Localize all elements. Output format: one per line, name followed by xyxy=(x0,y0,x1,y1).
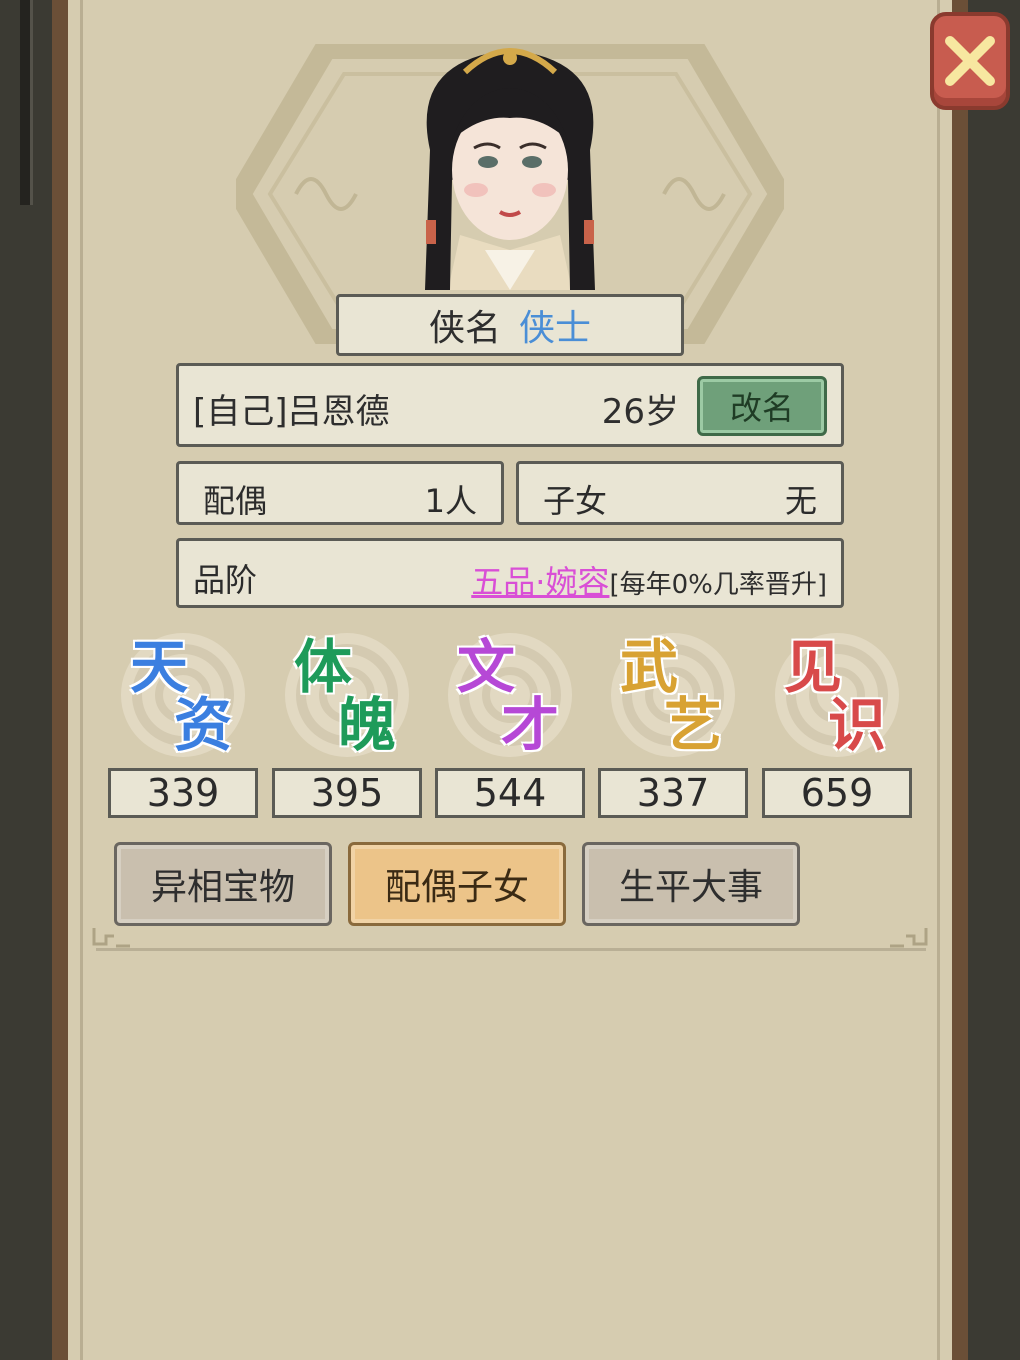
children-box: 子女 无 xyxy=(516,461,844,525)
corner-ornament-right xyxy=(890,928,928,948)
name-row: [自己]吕恩德 26岁 改名 xyxy=(176,363,844,447)
stat-char-2: 艺 xyxy=(664,691,723,759)
close-x-icon xyxy=(945,36,995,86)
rank-promotion-note: [每年0%几率晋升] xyxy=(609,570,827,600)
corner-ornament-left xyxy=(92,928,130,948)
stat-value: 659 xyxy=(762,768,912,818)
hero-title-label: 侠名 xyxy=(428,308,501,349)
stat-char-2: 魄 xyxy=(338,691,397,759)
stat-value: 339 xyxy=(108,768,258,818)
character-age: 26岁 xyxy=(601,392,679,432)
left-edge xyxy=(0,0,52,1360)
close-button[interactable] xyxy=(930,12,1010,110)
stat-char-2: 才 xyxy=(501,691,560,759)
rank-label: 品阶 xyxy=(193,561,258,599)
spouse-value: 1人 xyxy=(424,482,477,520)
tab-treasures[interactable]: 异相宝物 xyxy=(114,842,332,926)
right-edge xyxy=(968,0,1020,1360)
tab-life-events[interactable]: 生平大事 xyxy=(582,842,800,926)
stat-char-1: 天 xyxy=(130,633,189,701)
stat-value: 395 xyxy=(272,768,422,818)
children-label: 子女 xyxy=(543,482,608,520)
stat-char-1: 见 xyxy=(784,633,843,701)
spouse-box: 配偶 1人 xyxy=(176,461,504,525)
stat-char-1: 体 xyxy=(294,633,353,701)
hero-title-value: 侠士 xyxy=(519,308,592,349)
stat-char-1: 武 xyxy=(620,633,679,701)
hero-title-box: 侠名 侠士 xyxy=(336,294,684,356)
stat-char-1: 文 xyxy=(457,633,516,701)
stat-char-2: 识 xyxy=(828,691,887,759)
character-portrait xyxy=(425,48,595,290)
tab-spouse-children[interactable]: 配偶子女 xyxy=(348,842,566,926)
children-value: 无 xyxy=(784,482,817,520)
rank-box: 品阶 五品·婉容[每年0%几率晋升] xyxy=(176,538,844,608)
section-divider xyxy=(96,948,926,957)
stat-value: 337 xyxy=(598,768,748,818)
rename-button[interactable]: 改名 xyxy=(697,376,827,436)
stat-value: 544 xyxy=(435,768,585,818)
rank-value-link[interactable]: 五品·婉容 xyxy=(471,563,609,601)
character-name: [自己]吕恩德 xyxy=(193,392,390,432)
stat-char-2: 资 xyxy=(174,691,233,759)
spouse-label: 配偶 xyxy=(203,482,268,520)
